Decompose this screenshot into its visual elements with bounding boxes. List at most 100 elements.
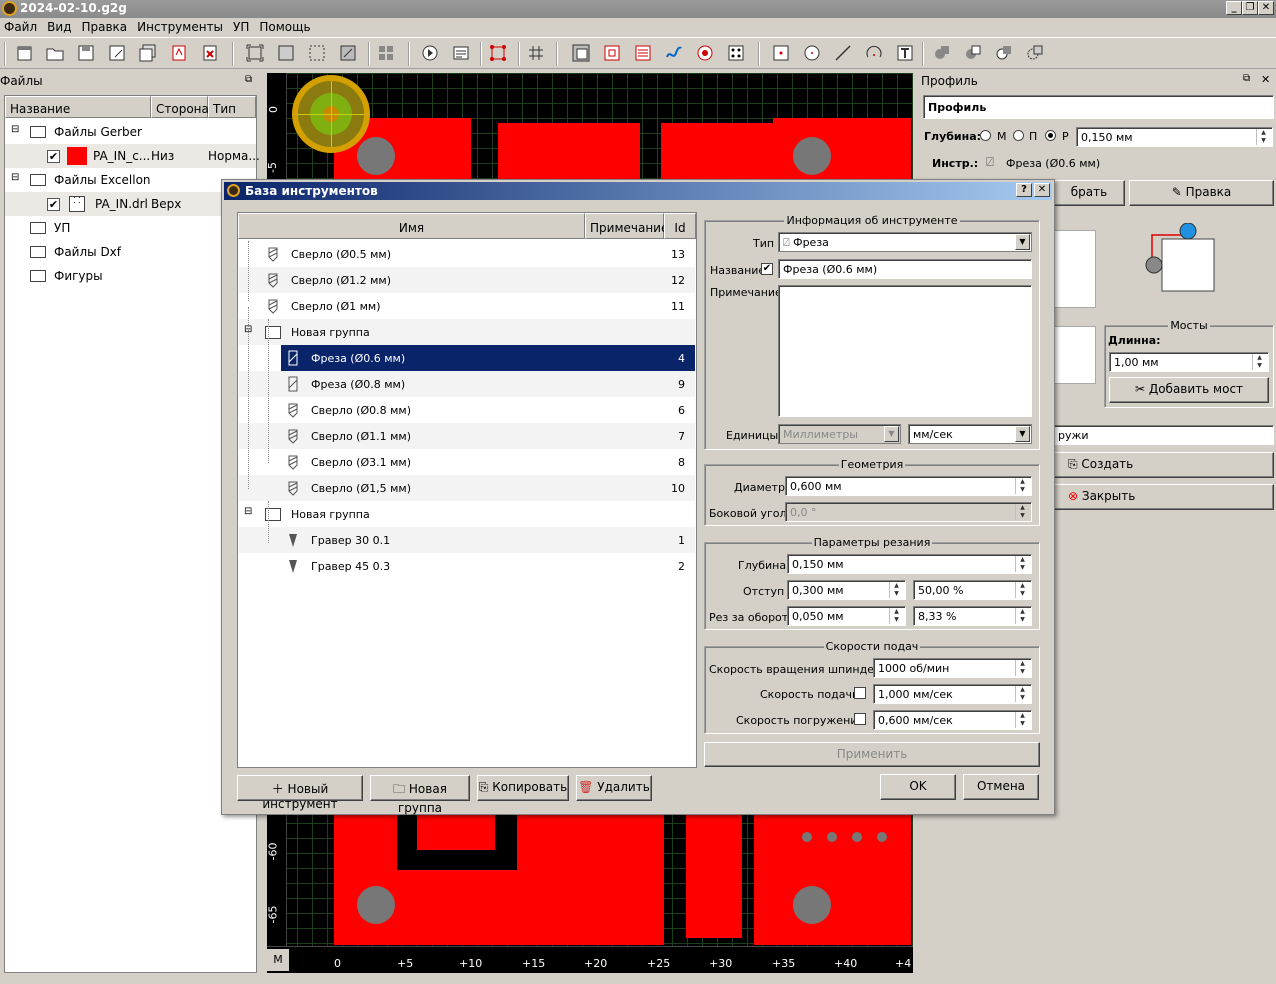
menu-gcode[interactable]: УП [229,18,255,34]
save-all-icon[interactable] [138,43,158,63]
side-preview-left[interactable] [1054,230,1096,308]
arc-shape-icon[interactable] [864,43,884,63]
difference-icon[interactable] [963,43,983,63]
close-panel-icon[interactable]: ✕ [1261,73,1270,86]
tool-row[interactable]: Сверло (Ø0.8 мм) 6 [239,397,695,423]
col-side[interactable]: Сторона [151,96,209,118]
depth-radio-r[interactable] [1045,130,1056,141]
profile-tool-icon[interactable] [571,43,591,63]
open-folder-icon[interactable] [45,43,65,63]
restore-button[interactable]: ❐ [1242,1,1258,15]
tree-gcode-group[interactable]: УП [5,216,256,240]
tools-list[interactable]: Имя Примечание Id Сверло (Ø0.5 мм) 13 Свер… [237,212,697,768]
close-button[interactable]: ⊗ Закрыть [1053,484,1274,510]
voronoi-tool-icon[interactable] [633,43,653,63]
new-tool-button[interactable]: ＋ Новый инструмент [237,775,363,811]
col-tool-id[interactable]: Id [664,213,696,239]
stepover-input[interactable]: 0,300 мм ▲ ▼ [787,580,906,600]
save-as-icon[interactable] [107,43,127,63]
cancel-button[interactable]: Отмена [963,774,1039,800]
side-preview-bottom[interactable] [1054,326,1096,384]
edit-tool-button[interactable]: ✎ Правка [1129,180,1274,206]
gcode-run-icon[interactable] [420,43,440,63]
tree-dxf-group[interactable]: Файлы Dxf [5,240,256,264]
zoom-area-icon[interactable] [338,43,358,63]
ok-button[interactable]: OK [880,774,956,800]
collapse-icon[interactable]: ⊟ [11,172,19,183]
tree-gerber-file[interactable]: ✔ PA_IN_c... Низ Норма... [5,144,260,168]
tree-gerber-group[interactable]: ⊟ Файлы Gerber [5,120,256,144]
feed-rate-input[interactable]: 1,000 мм/сек ▲ ▼ [873,684,1032,704]
tool-row[interactable]: Сверло (Ø0.5 мм) 13 [239,241,695,267]
pocket-tool-icon[interactable] [602,43,622,63]
tool-group-row[interactable]: ⊟ Новая группа [239,319,695,345]
tool-row[interactable]: Сверло (Ø1,5 мм) 10 [239,475,695,501]
tool-name-input[interactable]: Фреза (Ø0.6 мм) [778,259,1032,279]
spindle-speed-input[interactable]: 1000 об/мин ▲ ▼ [873,658,1032,678]
bridge-length-input[interactable]: 1,00 мм ▲ ▼ [1109,352,1269,372]
select-tool-button[interactable]: брать [1053,180,1125,206]
visible-checkbox[interactable]: ✔ [47,198,60,211]
tree-excellon-file[interactable]: ✔ ⁚ ⁚ PA_IN.drl Верх [5,192,256,216]
feed-per-rev-input[interactable]: 0,050 мм ▲ ▼ [787,606,906,626]
depth-input[interactable]: 0,150 мм ▲ ▼ [1076,127,1273,147]
menu-help[interactable]: Помощь [255,18,316,34]
dialog-close-button[interactable]: ✕ [1034,183,1050,197]
tool-note-textarea[interactable] [778,285,1032,417]
feed-rate-checkbox[interactable] [854,687,866,699]
undock-icon[interactable]: ⧉ [245,74,252,85]
union-icon[interactable] [932,43,952,63]
xor-icon[interactable] [1025,43,1045,63]
gcode-properties-icon[interactable] [451,43,471,63]
plunge-rate-input[interactable]: 0,600 мм/сек ▲ ▼ [873,710,1032,730]
tool-row[interactable]: Сверло (Ø1.2 мм) 12 [239,267,695,293]
collapse-icon[interactable]: ⊟ [11,124,19,135]
tool-row[interactable]: Сверло (Ø3.1 мм) 8 [239,449,695,475]
col-name[interactable]: Название [5,96,151,118]
stepover-percent-input[interactable]: 50,00 % ▲ ▼ [913,580,1032,600]
menu-tools[interactable]: Инструменты [133,18,229,34]
text-shape-icon[interactable] [895,43,915,63]
hatching-tool-icon[interactable] [726,43,746,63]
tree-excellon-group[interactable]: ⊟ Файлы Excellon [5,168,256,192]
tool-row[interactable]: Сверло (Ø1 мм) 11 [239,293,695,319]
diameter-input[interactable]: 0,600 мм ▲ ▼ [785,476,1032,496]
cut-depth-input[interactable]: 0,150 мм ▲ ▼ [787,554,1032,574]
plunge-rate-checkbox[interactable] [854,713,866,725]
select-all-icon[interactable] [376,43,396,63]
thermal-tool-icon[interactable] [664,43,684,63]
tool-row[interactable]: Фреза (Ø0.6 мм) 4 [239,345,695,371]
depth-radio-p[interactable] [1013,130,1024,141]
new-file-icon[interactable] [15,43,35,63]
undock-icon[interactable]: ⧉ [1243,73,1250,84]
speed-units-select[interactable]: мм/сек ▼ [908,424,1032,444]
copy-button[interactable]: ⎘ Копировать [477,775,569,801]
new-group-button[interactable]: 🗀 Новая группа [370,775,470,815]
col-type[interactable]: Тип [208,96,256,118]
intersect-icon[interactable] [994,43,1014,63]
tool-row[interactable]: Гравер 45 0.3 2 [239,553,695,579]
delete-button[interactable]: 🗑 Удалить [576,775,652,801]
name-checkbox[interactable]: ✔ [761,263,773,275]
circle-shape-icon[interactable] [802,43,822,63]
zoom-board-icon[interactable] [276,43,296,63]
depth-radio-m[interactable] [980,130,991,141]
tool-row[interactable]: Гравер 30 0.1 1 [239,527,695,553]
help-button[interactable]: ? [1016,183,1032,197]
tree-shapes-group[interactable]: Фигуры [5,264,256,288]
line-shape-icon[interactable] [833,43,853,63]
export-pdf-icon[interactable] [169,43,189,63]
close-file-icon[interactable] [200,43,220,63]
menu-view[interactable]: Вид [43,18,77,34]
menu-edit[interactable]: Правка [77,18,133,34]
feed-per-rev-percent-input[interactable]: 8,33 % ▲ ▼ [913,606,1032,626]
col-tool-note[interactable]: Примечание [585,213,668,239]
visible-checkbox[interactable]: ✔ [47,150,60,163]
tool-row[interactable]: Фреза (Ø0.8 мм) 9 [239,371,695,397]
menu-file[interactable]: Файл [0,18,43,34]
col-tool-name[interactable]: Имя [238,213,585,239]
grid-snap-icon[interactable] [526,43,546,63]
drill-tool-icon[interactable] [695,43,715,63]
point-icon[interactable] [771,43,791,63]
ruler-corner[interactable]: M [267,949,289,971]
